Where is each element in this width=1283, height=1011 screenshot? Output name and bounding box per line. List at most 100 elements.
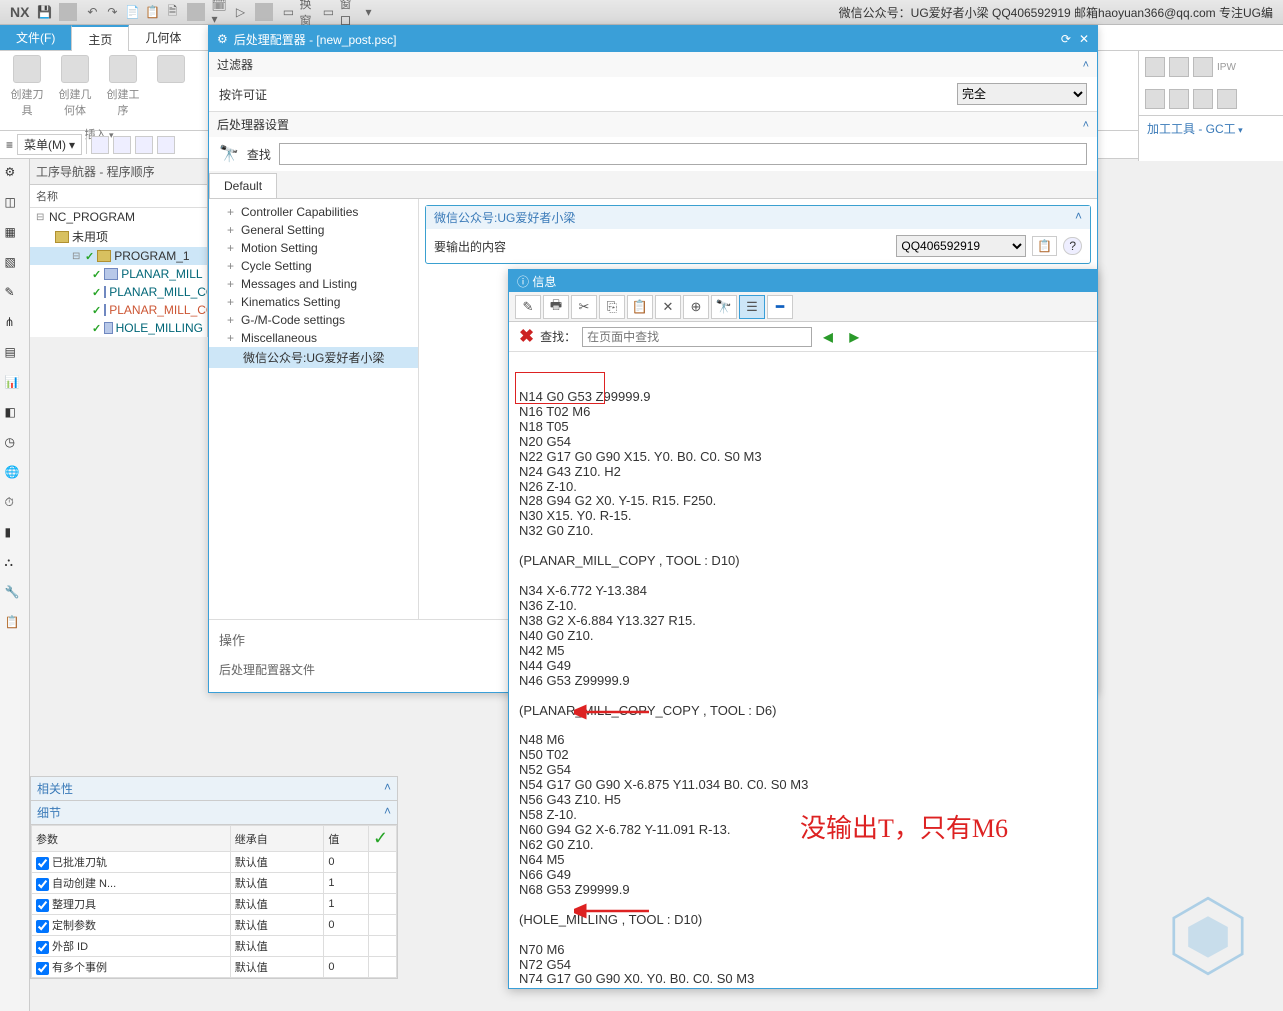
row-checkbox[interactable]	[36, 920, 49, 933]
table-row[interactable]: 外部 ID默认值	[32, 936, 397, 957]
help-icon[interactable]: ?	[1063, 237, 1082, 255]
nav-item[interactable]: ✓PLANAR_MILL_CO	[30, 283, 207, 301]
tab-default[interactable]: Default	[209, 173, 277, 198]
view4-icon[interactable]	[157, 136, 175, 154]
doc-icon[interactable]: 🗎	[163, 3, 181, 21]
close-icon[interactable]: ✕	[1079, 32, 1089, 46]
pp-tree-item[interactable]: +General Setting	[209, 221, 418, 239]
table-row[interactable]: 自动创建 N...默认值1	[32, 873, 397, 894]
section-dependency[interactable]: 相关性	[31, 777, 397, 801]
menu-button[interactable]: 菜单(M)▾	[17, 134, 82, 155]
clipboard-icon[interactable]: 📋	[5, 615, 25, 635]
nav-item[interactable]: ⊟✓PROGRAM_1	[30, 247, 207, 265]
frag-icon[interactable]	[1193, 57, 1213, 77]
target-icon[interactable]: ⊕	[683, 295, 709, 319]
nav-item[interactable]: ✓PLANAR_MILL_CO	[30, 301, 207, 319]
create-operation-button[interactable]: 创建工序	[102, 55, 144, 118]
row-checkbox[interactable]	[36, 941, 49, 954]
flow-icon[interactable]: ⋔	[5, 315, 25, 335]
web-icon[interactable]: 🌐	[5, 465, 25, 485]
info-title-bar[interactable]: ⓘ 信息	[509, 270, 1097, 292]
solid-icon[interactable]: ◧	[5, 405, 25, 425]
tab-home[interactable]: 主页	[71, 25, 129, 51]
frag-icon[interactable]	[1169, 89, 1189, 109]
table-row[interactable]: 有多个事例默认值0	[32, 957, 397, 978]
print-icon[interactable]: 🖶	[543, 295, 569, 319]
find-input[interactable]	[582, 327, 812, 347]
table-icon[interactable]: ▤	[5, 345, 25, 365]
tab-file[interactable]: 文件(F)	[0, 25, 71, 50]
frag-icon[interactable]	[1193, 89, 1213, 109]
delete-icon[interactable]: ✕	[655, 295, 681, 319]
nav-item[interactable]: ✓PLANAR_MILL	[30, 265, 207, 283]
pp-tree-item[interactable]: +Kinematics Setting	[209, 293, 418, 311]
row-checkbox[interactable]	[36, 962, 49, 975]
view3-icon[interactable]	[135, 136, 153, 154]
chevron-down-icon[interactable]: ▾	[359, 3, 377, 21]
row-checkbox[interactable]	[36, 857, 49, 870]
extra-button[interactable]	[150, 55, 192, 118]
gear-icon[interactable]: ⚙	[5, 165, 25, 185]
pp-tree-item[interactable]: +Controller Capabilities	[209, 203, 418, 221]
tab-geometry[interactable]: 几何体	[129, 25, 197, 50]
frag-icon[interactable]	[1217, 89, 1237, 109]
create-tool-button[interactable]: 创建刀具	[6, 55, 48, 118]
cut-icon[interactable]: ✂	[571, 295, 597, 319]
check-icon[interactable]: ✓	[373, 828, 388, 848]
window-menu-label[interactable]: 窗口	[339, 3, 357, 21]
pp-tree-item[interactable]: +Motion Setting	[209, 239, 418, 257]
minimize-icon[interactable]: ━	[767, 295, 793, 319]
machining-tools-link[interactable]: 加工工具 - GC工	[1139, 116, 1283, 141]
row-checkbox[interactable]	[36, 878, 49, 891]
section-details[interactable]: 细节	[31, 801, 397, 825]
table-row[interactable]: 定制参数默认值0	[32, 915, 397, 936]
table-row[interactable]: 已批准刀轨默认值0	[32, 852, 397, 873]
table-row[interactable]: 整理刀具默认值1	[32, 894, 397, 915]
copy-icon[interactable]: 📋	[1032, 236, 1057, 256]
sketch-icon[interactable]: ✎	[5, 285, 25, 305]
find-input[interactable]	[279, 143, 1087, 165]
frag-icon[interactable]	[1145, 89, 1165, 109]
pp-tree-item-custom[interactable]: 微信公众号:UG爱好者小梁	[209, 347, 418, 368]
pp-tree-item[interactable]: +Miscellaneous	[209, 329, 418, 347]
layer-icon[interactable]: ▦	[5, 225, 25, 245]
copy-icon[interactable]: ⎘	[599, 295, 625, 319]
hamburger-icon[interactable]: ≡	[6, 138, 13, 152]
cube-icon[interactable]: ◫	[5, 195, 25, 215]
chart-icon[interactable]: 📊	[5, 375, 25, 395]
output-select[interactable]: QQ406592919	[896, 235, 1026, 257]
undo-icon[interactable]: ↶	[83, 3, 101, 21]
binocular-icon[interactable]: 🔭	[711, 295, 737, 319]
pp-tree-item[interactable]: +Cycle Setting	[209, 257, 418, 275]
edit-icon[interactable]: ✎	[515, 295, 541, 319]
pp-tree-item[interactable]: +Messages and Listing	[209, 275, 418, 293]
nav-item[interactable]: ⊟NC_PROGRAM	[30, 208, 207, 226]
prev-match-icon[interactable]: ◀	[818, 327, 838, 347]
settings-section-head[interactable]: 后处理器设置	[209, 112, 1097, 137]
filter-section-head[interactable]: 过滤器	[209, 52, 1097, 77]
chevron-up-icon[interactable]	[1075, 209, 1082, 226]
pp-tree-item[interactable]: +G-/M-Code settings	[209, 311, 418, 329]
redo-icon[interactable]: ↷	[103, 3, 121, 21]
asm-icon[interactable]: ⛬	[5, 555, 25, 575]
clock-icon[interactable]: ◷	[5, 435, 25, 455]
row-checkbox[interactable]	[36, 899, 49, 912]
time-icon[interactable]: ⏱	[5, 495, 25, 515]
window-icon[interactable]: ▭	[279, 3, 297, 21]
window-icon2[interactable]: ▭	[319, 3, 337, 21]
pp-title-bar[interactable]: ⚙ 后处理配置器 - [new_post.psc] ⟳ ✕	[209, 26, 1097, 52]
tree-view-icon[interactable]: ☰	[739, 295, 765, 319]
history-dropdown-icon[interactable]: 🗓▾	[211, 3, 229, 21]
next-match-icon[interactable]: ▶	[844, 327, 864, 347]
nav-item[interactable]: 未用项	[30, 226, 207, 247]
wrench-icon[interactable]: 🔧	[5, 585, 25, 605]
save-icon[interactable]: 💾	[35, 3, 53, 21]
nav-item[interactable]: ✓HOLE_MILLING	[30, 319, 207, 337]
color-icon[interactable]: ▮	[5, 525, 25, 545]
assembly-icon[interactable]: ▧	[5, 255, 25, 275]
play-icon[interactable]: ▷	[231, 3, 249, 21]
refresh-icon[interactable]: ⟳	[1061, 32, 1071, 46]
license-select[interactable]: 完全	[957, 83, 1087, 105]
copy-icon[interactable]: 📄	[123, 3, 141, 21]
create-geometry-button[interactable]: 创建几何体	[54, 55, 96, 118]
